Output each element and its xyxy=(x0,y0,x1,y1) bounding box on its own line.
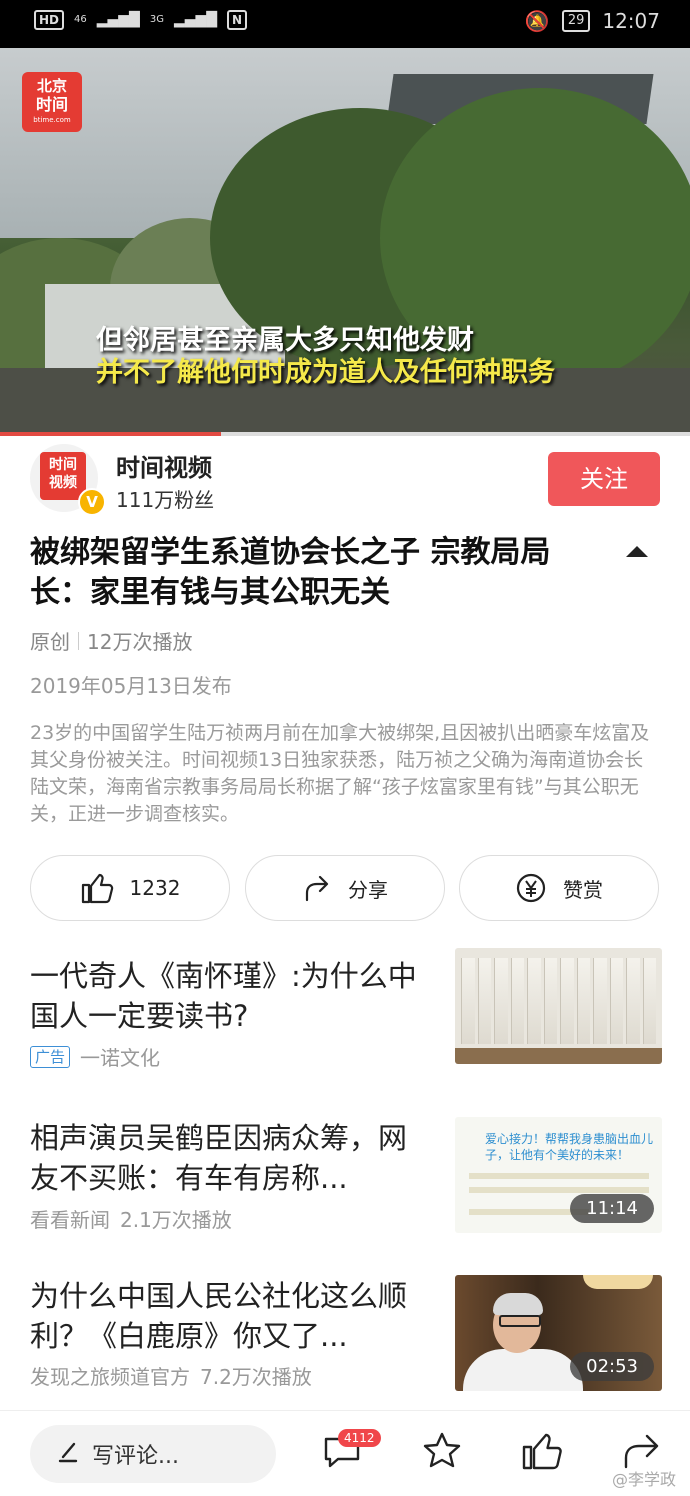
share-arrow-icon xyxy=(302,873,332,903)
rec-meta: 发现之旅频道官方 7.2万次播放 xyxy=(30,1361,312,1390)
logo-text-3: btime.com xyxy=(33,116,71,124)
logo-text-1: 北京 xyxy=(36,77,67,95)
like-button[interactable]: 1232 xyxy=(30,855,230,921)
thumbnail-shelf xyxy=(455,1048,662,1064)
verified-badge-icon: V xyxy=(78,488,106,516)
avatar-text-2: 视频 xyxy=(49,475,77,491)
video-progress-bar[interactable] xyxy=(0,432,690,436)
reward-button[interactable]: 赞赏 xyxy=(459,855,659,921)
author-avatar[interactable]: 时间 视频 V xyxy=(30,444,106,516)
yen-coin-icon xyxy=(515,872,547,904)
battery-level: 29 xyxy=(561,10,591,32)
thumbnail-row xyxy=(469,1187,649,1193)
video-player[interactable]: 北京 时间 btime.com 但邻居甚至亲属大多只知他发财 并不了解他何时成为… xyxy=(0,48,690,432)
video-duration: 11:14 xyxy=(570,1194,654,1223)
rec-source: 发现之旅频道官方 xyxy=(30,1365,190,1389)
thumbnail-person-hair xyxy=(493,1293,543,1315)
video-description: 23岁的中国留学生陆万祯两月前在加拿大被绑架,且因被扒出晒豪车炫富及其父身份被关… xyxy=(30,722,650,825)
original-label: 原创 xyxy=(30,630,70,654)
comment-placeholder: 写评论... xyxy=(92,1444,179,1469)
hd-indicator: HD xyxy=(34,10,65,30)
follow-button[interactable]: 关注 xyxy=(548,452,660,506)
signal-icon-2: 3G xyxy=(149,14,164,25)
share-button[interactable]: 分享 xyxy=(245,855,445,921)
comment-count-badge: 4112 xyxy=(338,1429,381,1447)
clock: 12:07 xyxy=(602,9,660,33)
video-duration: 02:53 xyxy=(570,1352,654,1381)
weibo-watermark: @李学政 xyxy=(612,1470,677,1489)
rec-plays: 7.2万次播放 xyxy=(200,1365,312,1389)
ad-tag: 广告 xyxy=(30,1045,71,1068)
fans-count: 111万粉丝 xyxy=(116,488,215,512)
publish-date: 2019年05月13日发布 xyxy=(30,674,232,698)
author-name[interactable]: 时间视频 xyxy=(116,448,212,483)
rec-title[interactable]: 一代奇人《南怀瑾》:为什么中国人一定要读书? xyxy=(30,956,430,1036)
status-bar: HD 46 ▂▄▆█ 3G ▂▄▆█ N 🔕 29 12:07 xyxy=(0,0,690,48)
rec-source: 一诺文化 xyxy=(80,1046,161,1070)
like-count: 1232 xyxy=(129,876,181,900)
signal-bars-icon: ▂▄▆█ xyxy=(96,12,140,28)
avatar-text-1: 时间 xyxy=(49,457,77,473)
comment-input[interactable]: 写评论... xyxy=(30,1425,276,1483)
thumbnail-person xyxy=(463,1349,583,1391)
logo-text-2: 时间 xyxy=(35,95,68,114)
play-count: 12万次播放 xyxy=(87,630,193,654)
pen-icon xyxy=(56,1439,80,1469)
thumbs-up-icon xyxy=(80,871,114,905)
thumbnail-row xyxy=(469,1173,649,1179)
channel-logo: 北京 时间 btime.com xyxy=(22,72,82,132)
video-title: 被绑架留学生系道协会长之子 宗教局局长：家里有钱与其公职无关 xyxy=(30,535,551,610)
rec-meta: 广告 一诺文化 xyxy=(30,1042,160,1071)
star-icon[interactable] xyxy=(420,1429,464,1477)
subtitle-line-2: 并不了解他何时成为道人及任何种职务 xyxy=(96,357,555,388)
rec-plays: 2.1万次播放 xyxy=(120,1208,232,1232)
nfc-icon: N xyxy=(227,10,248,30)
mute-bell-icon: 🔕 xyxy=(524,9,550,33)
collapse-caret-icon[interactable] xyxy=(626,546,648,557)
thumbnail-glasses xyxy=(499,1315,541,1327)
reward-label: 赞赏 xyxy=(563,877,603,902)
thumbnail-lamp xyxy=(583,1275,653,1289)
video-meta: 原创 12万次播放 xyxy=(30,626,192,655)
rec-title[interactable]: 为什么中国人民公社化这么顺利？《白鹿原》你又了... xyxy=(30,1276,430,1356)
share-label: 分享 xyxy=(348,877,388,902)
rec-meta: 看看新闻 2.1万次播放 xyxy=(30,1204,232,1233)
rec-thumbnail[interactable]: 爱心接力！帮帮我身患脑出血儿子，让他有个美好的未来！ 11:14 xyxy=(455,1117,662,1233)
rec-title[interactable]: 相声演员吴鹤臣因病众筹，网友不买账：有车有房称... xyxy=(30,1118,430,1198)
signal-bars-icon-2: ▂▄▆█ xyxy=(173,12,218,28)
rec-thumbnail[interactable]: 02:53 xyxy=(455,1275,662,1391)
signal-icon-1: 46 xyxy=(74,14,87,25)
thumbnail-text: 爱心接力！帮帮我身患脑出血儿子，让他有个美好的未来！ xyxy=(485,1132,654,1162)
avatar-logo: 时间 视频 xyxy=(40,452,86,500)
meta-divider xyxy=(78,631,79,650)
thumbs-up-icon[interactable] xyxy=(520,1429,564,1477)
video-progress-fill xyxy=(0,432,221,436)
bottom-action-bar: 写评论... 4112 xyxy=(0,1410,690,1496)
rec-thumbnail[interactable] xyxy=(455,948,662,1064)
rec-source: 看看新闻 xyxy=(30,1208,110,1232)
